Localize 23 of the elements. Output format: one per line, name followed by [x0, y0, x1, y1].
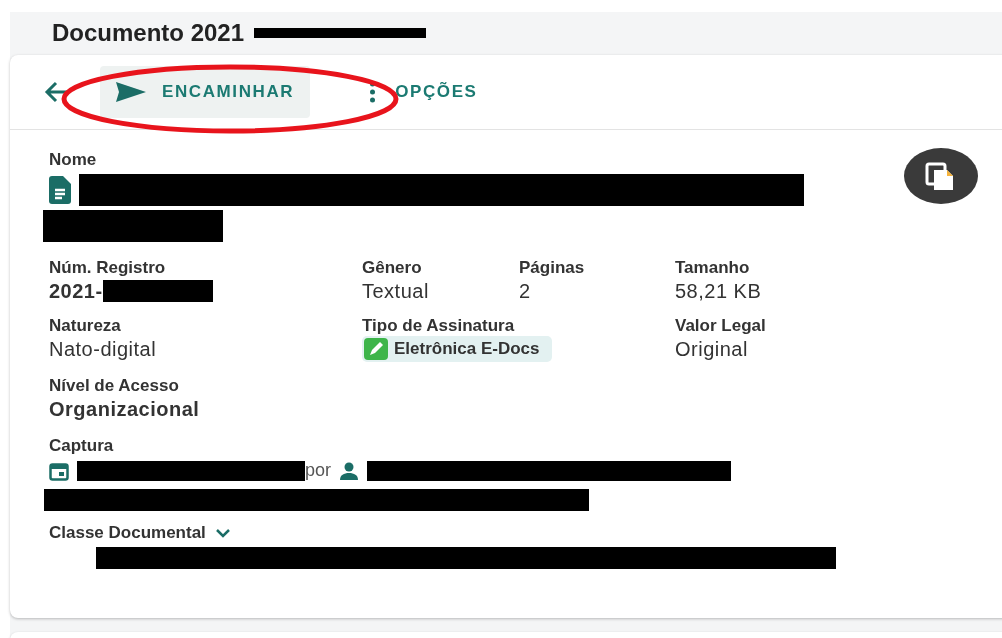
- field-value: 2021-: [49, 279, 103, 304]
- field-label: Gênero: [362, 258, 423, 278]
- by-text: por: [305, 460, 331, 481]
- field-label: Captura: [49, 436, 115, 456]
- field-label: Nível de Acesso: [49, 376, 180, 396]
- field-label: Nome: [49, 150, 98, 170]
- forward-button[interactable]: ENCAMINHAR: [100, 66, 311, 118]
- field-label: Tamanho: [675, 258, 751, 278]
- signature-badge: Eletrônica E-Docs: [362, 336, 552, 362]
- field-value: 58,21 KB: [675, 279, 763, 304]
- options-button[interactable]: OPÇÕES: [364, 66, 484, 118]
- page-title: Documento 2021: [52, 18, 245, 48]
- field-value: Organizacional: [49, 397, 201, 422]
- field-value: Textual: [362, 279, 430, 304]
- field-label: Natureza: [49, 316, 122, 336]
- field-label: Classe Documental: [49, 523, 206, 543]
- field-value: Original: [675, 337, 749, 362]
- field-label: Tipo de Assinatura: [362, 316, 516, 336]
- field-label: Núm. Registro: [49, 258, 167, 278]
- field-label: Páginas: [519, 258, 586, 278]
- field-value: Nato-digital: [49, 337, 158, 362]
- field-value: 2: [519, 279, 532, 304]
- field-label: Valor Legal: [675, 316, 767, 336]
